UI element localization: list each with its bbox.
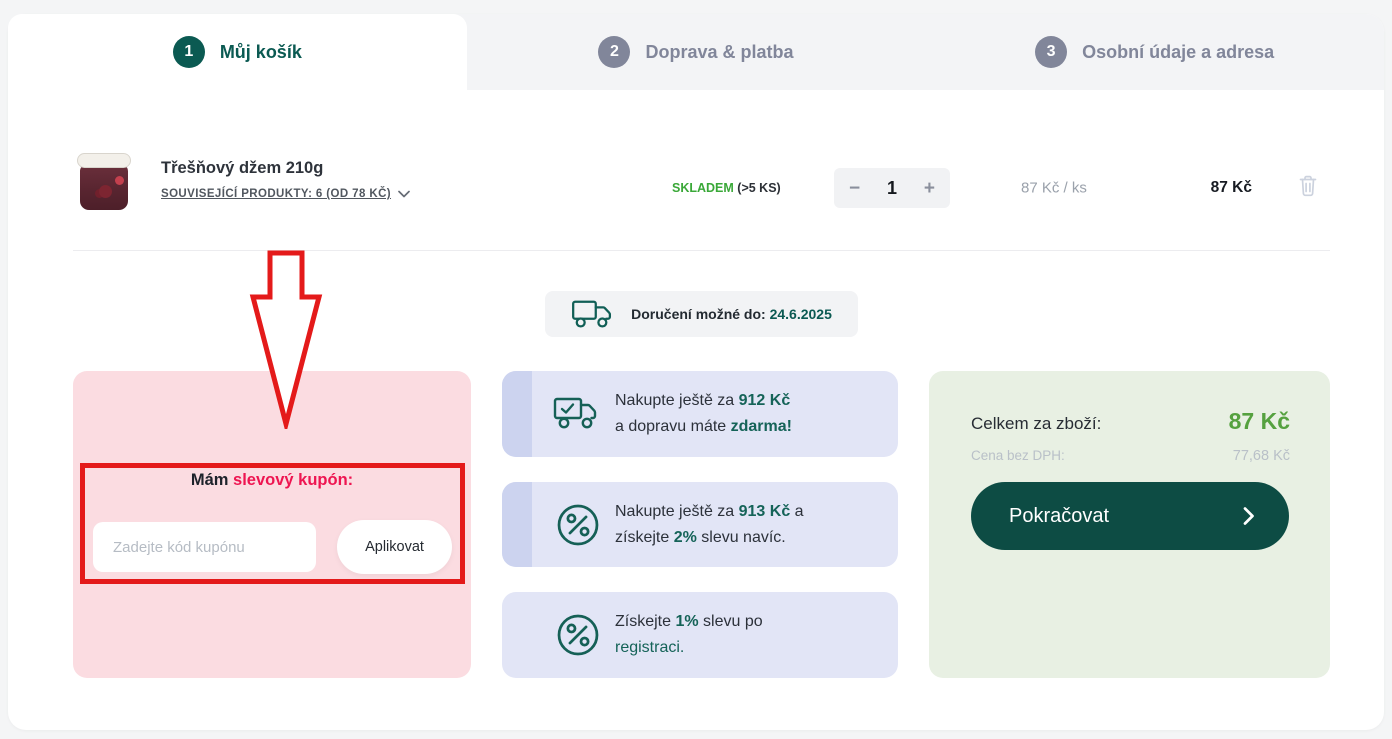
order-summary-panel: Celkem za zboží: 87 Kč Cena bez DPH: 77,… [929, 371, 1330, 678]
tab-cart[interactable]: 1 Můj košík [8, 14, 467, 90]
coupon-heading-plain: Mám [190, 471, 234, 489]
related-products-label: SOUVISEJÍCÍ PRODUKTY: 6 (OD 78 KČ) [161, 188, 392, 200]
promo-stack: Nakupte ještě za 912 Kč a dopravu máte z… [502, 371, 898, 678]
promo-text: Nakupte ještě za 912 Kč a dopravu máte z… [615, 388, 792, 440]
step-number-badge: 3 [1035, 36, 1068, 68]
section-divider [73, 250, 1330, 251]
coupon-heading-accent: slevový kupón: [233, 471, 354, 489]
cart-lower-columns: Mám slevový kupón: Aplikovat [73, 371, 1330, 678]
promo-text-segment: zdarma! [730, 418, 792, 435]
coupon-heading: Mám slevový kupón: [73, 471, 471, 490]
trash-icon [1299, 175, 1317, 197]
percent-icon [550, 502, 606, 548]
product-title: Třešňový džem 210g [161, 159, 324, 177]
related-products-link[interactable]: SOUVISEJÍCÍ PRODUKTY: 6 (OD 78 KČ) [161, 188, 410, 200]
line-total-price: 87 Kč [1210, 179, 1252, 196]
stock-quantity-label: (>5 KS) [737, 181, 781, 195]
quantity-value: 1 [886, 177, 897, 198]
summary-total-value: 87 Kč [1228, 408, 1290, 434]
promo-text-segment: Získejte [615, 613, 676, 630]
summary-vat-label: Cena bez DPH: [971, 448, 1065, 463]
product-image [73, 152, 135, 214]
continue-button-label: Pokračovat [1009, 504, 1110, 527]
stock-status: SKLADEM (>5 KS) [672, 181, 781, 195]
summary-vat-value: 77,68 Kč [1232, 448, 1290, 464]
promo-text-segment: slevu po [703, 613, 763, 630]
cart-body: Třešňový džem 210g SOUVISEJÍCÍ PRODUKTY:… [8, 150, 1384, 678]
checkout-page: 1 Můj košík 2 Doprava & platba 3 Osobní … [0, 0, 1392, 739]
cart-item-row: Třešňový džem 210g SOUVISEJÍCÍ PRODUKTY:… [73, 150, 1330, 226]
tab-cart-label: Můj košík [219, 41, 302, 62]
registration-discount-promo: Získejte 1% slevu po registraci. [502, 592, 898, 678]
tab-shipping-payment[interactable]: 2 Doprava & platba [467, 14, 926, 90]
remove-item-button[interactable] [1298, 174, 1318, 202]
tab-personal-label: Osobní údaje a adresa [1082, 41, 1275, 62]
chevron-down-icon [398, 190, 410, 198]
delivery-date: 24.6.2025 [769, 306, 832, 322]
coupon-code-input[interactable] [93, 522, 316, 572]
percent-icon [550, 612, 606, 658]
delivery-truck-icon [572, 300, 612, 328]
promo-accent-strip [502, 371, 532, 457]
truck-check-icon [550, 396, 606, 432]
summary-total-row: Celkem za zboží: 87 Kč [971, 408, 1290, 435]
step-number-badge: 1 [172, 36, 205, 68]
coupon-form: Aplikovat [93, 520, 452, 574]
promo-text-segment: 2% [673, 528, 697, 546]
delivery-label: Doručení možné do: [631, 306, 766, 322]
tab-shipping-label: Doprava & platba [645, 41, 794, 62]
extra-discount-promo: Nakupte ještě za 913 Kč a získejte 2% sl… [502, 482, 898, 567]
promo-accent-strip [502, 482, 532, 567]
free-shipping-promo: Nakupte ještě za 912 Kč a dopravu máte z… [502, 371, 898, 457]
promo-text-segment: 912 Kč [738, 392, 791, 409]
product-info: Třešňový džem 210g SOUVISEJÍCÍ PRODUKTY:… [161, 159, 410, 200]
stock-status-label: SKLADEM [672, 181, 734, 195]
promo-text-segment: 1% [675, 613, 699, 630]
step-number-badge: 2 [598, 36, 631, 68]
unit-price: 87 Kč / ks [1021, 179, 1087, 197]
apply-coupon-button[interactable]: Aplikovat [337, 520, 452, 574]
quantity-increase-button[interactable]: + [924, 179, 935, 198]
promo-text: Získejte 1% slevu po registraci. [615, 609, 763, 661]
quantity-decrease-button[interactable]: − [849, 179, 860, 198]
promo-text-segment: slevu navíc. [696, 528, 786, 546]
summary-total-label: Celkem za zboží: [971, 414, 1102, 433]
cart-card: 1 Můj košík 2 Doprava & platba 3 Osobní … [8, 14, 1384, 730]
delivery-estimate-badge: Doručení možné do: 24.6.2025 [545, 291, 858, 337]
registration-link[interactable]: registraci. [615, 639, 684, 656]
promo-text-segment: 913 Kč [738, 502, 791, 520]
coupon-panel: Mám slevový kupón: Aplikovat [73, 371, 471, 678]
quantity-stepper: − 1 + [834, 168, 950, 208]
chevron-right-icon [1243, 507, 1254, 525]
promo-text-segment: Nakupte ještě za [615, 392, 739, 409]
promo-text-segment: Nakupte ještě za [615, 502, 739, 520]
promo-text: Nakupte ještě za 913 Kč a získejte 2% sl… [615, 499, 804, 551]
summary-vat-row: Cena bez DPH: 77,68 Kč [971, 448, 1290, 464]
continue-button[interactable]: Pokračovat [971, 482, 1289, 550]
delivery-row: Doručení možné do: 24.6.2025 [73, 291, 1330, 337]
tab-personal-data[interactable]: 3 Osobní údaje a adresa [925, 14, 1384, 90]
promo-text-segment: a dopravu máte [615, 418, 727, 435]
checkout-steps: 1 Můj košík 2 Doprava & platba 3 Osobní … [8, 14, 1384, 90]
